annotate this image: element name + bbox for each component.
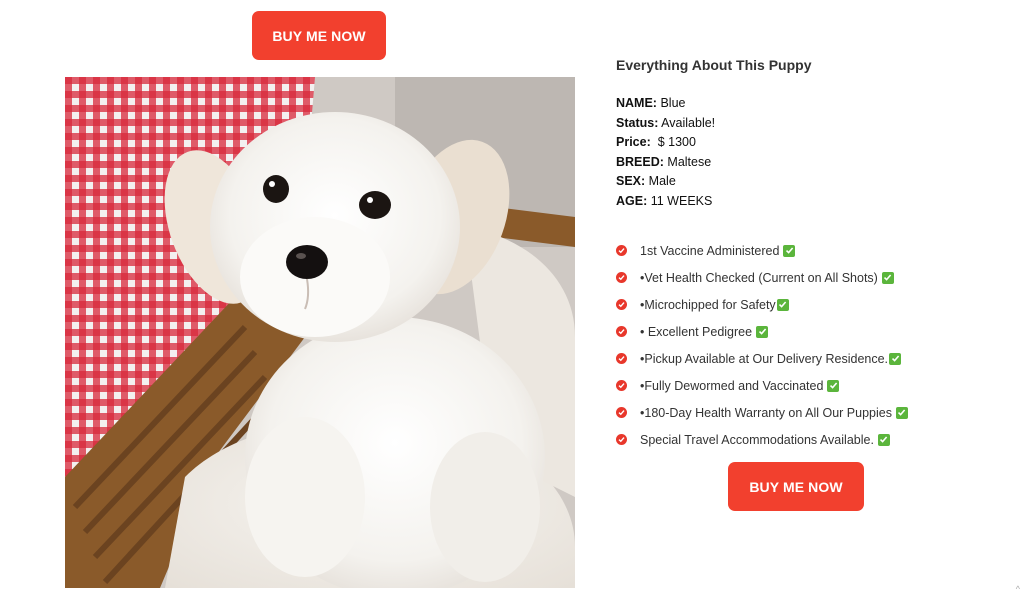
spec-name-value: Blue bbox=[660, 96, 686, 110]
feature-text: •Microchipped for Safety bbox=[640, 297, 776, 312]
buy-me-now-button-bottom[interactable]: BUY ME NOW bbox=[728, 462, 864, 511]
feature-item: •Fully Dewormed and Vaccinated bbox=[616, 372, 908, 399]
check-circle-icon bbox=[616, 299, 627, 310]
spec-age-value: 11 WEEKS bbox=[650, 193, 713, 208]
feature-list: 1st Vaccine Administered •Vet Health Che… bbox=[616, 237, 908, 453]
spec-age-label: AGE: bbox=[616, 193, 648, 208]
spec-price: Price: $ 1300 bbox=[616, 133, 715, 153]
check-circle-icon bbox=[616, 380, 627, 391]
feature-item: • Excellent Pedigree bbox=[616, 318, 908, 345]
checkmark-icon bbox=[881, 271, 894, 284]
spec-price-label: Price: bbox=[616, 135, 651, 150]
checkmark-icon bbox=[827, 379, 840, 392]
details-heading: Everything About This Puppy bbox=[616, 57, 812, 73]
checkmark-icon bbox=[756, 325, 769, 338]
checkmark-icon bbox=[776, 298, 789, 311]
check-circle-icon bbox=[616, 272, 627, 283]
checkmark-icon bbox=[783, 244, 796, 257]
spec-status: Status: Available! bbox=[616, 114, 715, 134]
buy-me-now-button-top[interactable]: BUY ME NOW bbox=[252, 11, 386, 60]
spec-breed-value: Maltese bbox=[667, 154, 712, 169]
feature-item: •180-Day Health Warranty on All Our Pupp… bbox=[616, 399, 908, 426]
spec-status-label: Status: bbox=[616, 115, 659, 130]
feature-item: •Pickup Available at Our Delivery Reside… bbox=[616, 345, 908, 372]
feature-text: 1st Vaccine Administered bbox=[640, 243, 780, 258]
check-circle-icon bbox=[616, 326, 627, 337]
spec-sex-label: SEX: bbox=[616, 174, 646, 189]
spec-name: NAME: Blue bbox=[616, 94, 715, 114]
feature-text: • Excellent Pedigree bbox=[640, 324, 753, 339]
feature-item: •Microchipped for Safety bbox=[616, 291, 908, 318]
check-circle-icon bbox=[616, 245, 627, 256]
spec-sex: SEX: Male bbox=[616, 172, 715, 192]
puppy-specs: NAME: Blue Status: Available! Price: $ 1… bbox=[616, 94, 715, 212]
checkmark-icon bbox=[877, 433, 890, 446]
check-circle-icon bbox=[616, 434, 627, 445]
puppy-photo bbox=[65, 77, 575, 588]
feature-item: 1st Vaccine Administered bbox=[616, 237, 908, 264]
feature-text: Special Travel Accommodations Available. bbox=[640, 432, 874, 447]
spec-sex-value: Male bbox=[648, 174, 676, 189]
check-circle-icon bbox=[616, 407, 627, 418]
feature-text: •Fully Dewormed and Vaccinated bbox=[640, 378, 824, 393]
check-circle-icon bbox=[616, 353, 627, 364]
feature-item: Special Travel Accommodations Available. bbox=[616, 426, 908, 453]
spec-price-value: $ 1300 bbox=[657, 135, 696, 150]
spec-breed-label: BREED: bbox=[616, 154, 664, 169]
feature-text: •180-Day Health Warranty on All Our Pupp… bbox=[640, 405, 892, 420]
spec-status-value: Available! bbox=[661, 115, 716, 130]
scroll-to-top-icon[interactable]: ^ bbox=[1016, 584, 1020, 594]
checkmark-icon bbox=[889, 352, 902, 365]
feature-text: •Vet Health Checked (Current on All Shot… bbox=[640, 270, 878, 285]
checkmark-icon bbox=[895, 406, 908, 419]
feature-item: •Vet Health Checked (Current on All Shot… bbox=[616, 264, 908, 291]
spec-breed: BREED: Maltese bbox=[616, 153, 715, 173]
spec-age: AGE: 11 WEEKS bbox=[616, 192, 715, 212]
spec-name-label: NAME: bbox=[616, 96, 657, 110]
feature-text: •Pickup Available at Our Delivery Reside… bbox=[640, 351, 889, 366]
